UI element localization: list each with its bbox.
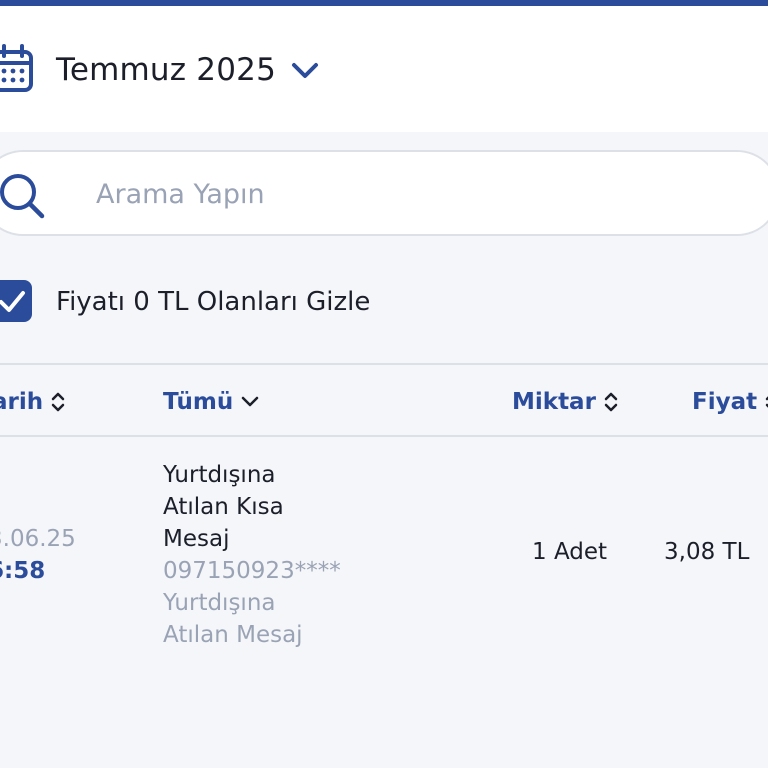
row-description-cell: Yurtdışına Atılan Kısa Mesaj 097150923**… (163, 459, 363, 651)
column-header-date[interactable]: arih (0, 389, 65, 415)
chevron-down-icon (241, 396, 259, 407)
check-icon (0, 291, 25, 312)
row-time: 6:58 (0, 558, 46, 584)
column-header-type-filter[interactable]: Tümü (163, 389, 259, 415)
column-header-date-label: arih (0, 389, 44, 415)
month-selector-label[interactable]: Temmuz 2025 (56, 52, 276, 88)
row-date: 3.06.25 (0, 526, 76, 552)
row-date-cell: 3.06.25 6:58 (0, 523, 76, 587)
column-header-quantity-label: Miktar (512, 389, 596, 415)
column-header-price-label: Fiyat (692, 389, 758, 415)
chevron-down-icon[interactable] (291, 62, 319, 84)
column-header-quantity[interactable]: Miktar (512, 389, 618, 415)
row-title: Yurtdışına Atılan Kısa Mesaj (163, 462, 284, 552)
row-price: 3,08 TL (664, 539, 750, 565)
row-phone-number: 097150923**** (163, 558, 341, 584)
table-header: arih Tümü Miktar Fiyat (0, 363, 768, 437)
calendar-icon[interactable] (0, 44, 34, 98)
hide-zero-price-checkbox[interactable] (0, 280, 32, 322)
search-bar[interactable] (0, 150, 768, 236)
column-header-price[interactable]: Fiyat (692, 389, 768, 415)
sort-icon (51, 392, 65, 412)
hide-zero-price-label[interactable]: Fiyatı 0 TL Olanları Gizle (56, 287, 370, 317)
table-row[interactable]: 3.06.25 6:58 Yurtdışına Atılan Kısa Mesa… (0, 437, 768, 677)
header: Temmuz 2025 (0, 6, 768, 132)
row-quantity: 1 Adet (532, 539, 608, 565)
search-icon[interactable] (0, 170, 48, 226)
search-input[interactable] (96, 172, 696, 216)
row-subtitle: Yurtdışına Atılan Mesaj (163, 590, 303, 648)
column-header-type-label: Tümü (163, 389, 234, 415)
sort-icon (604, 392, 618, 412)
